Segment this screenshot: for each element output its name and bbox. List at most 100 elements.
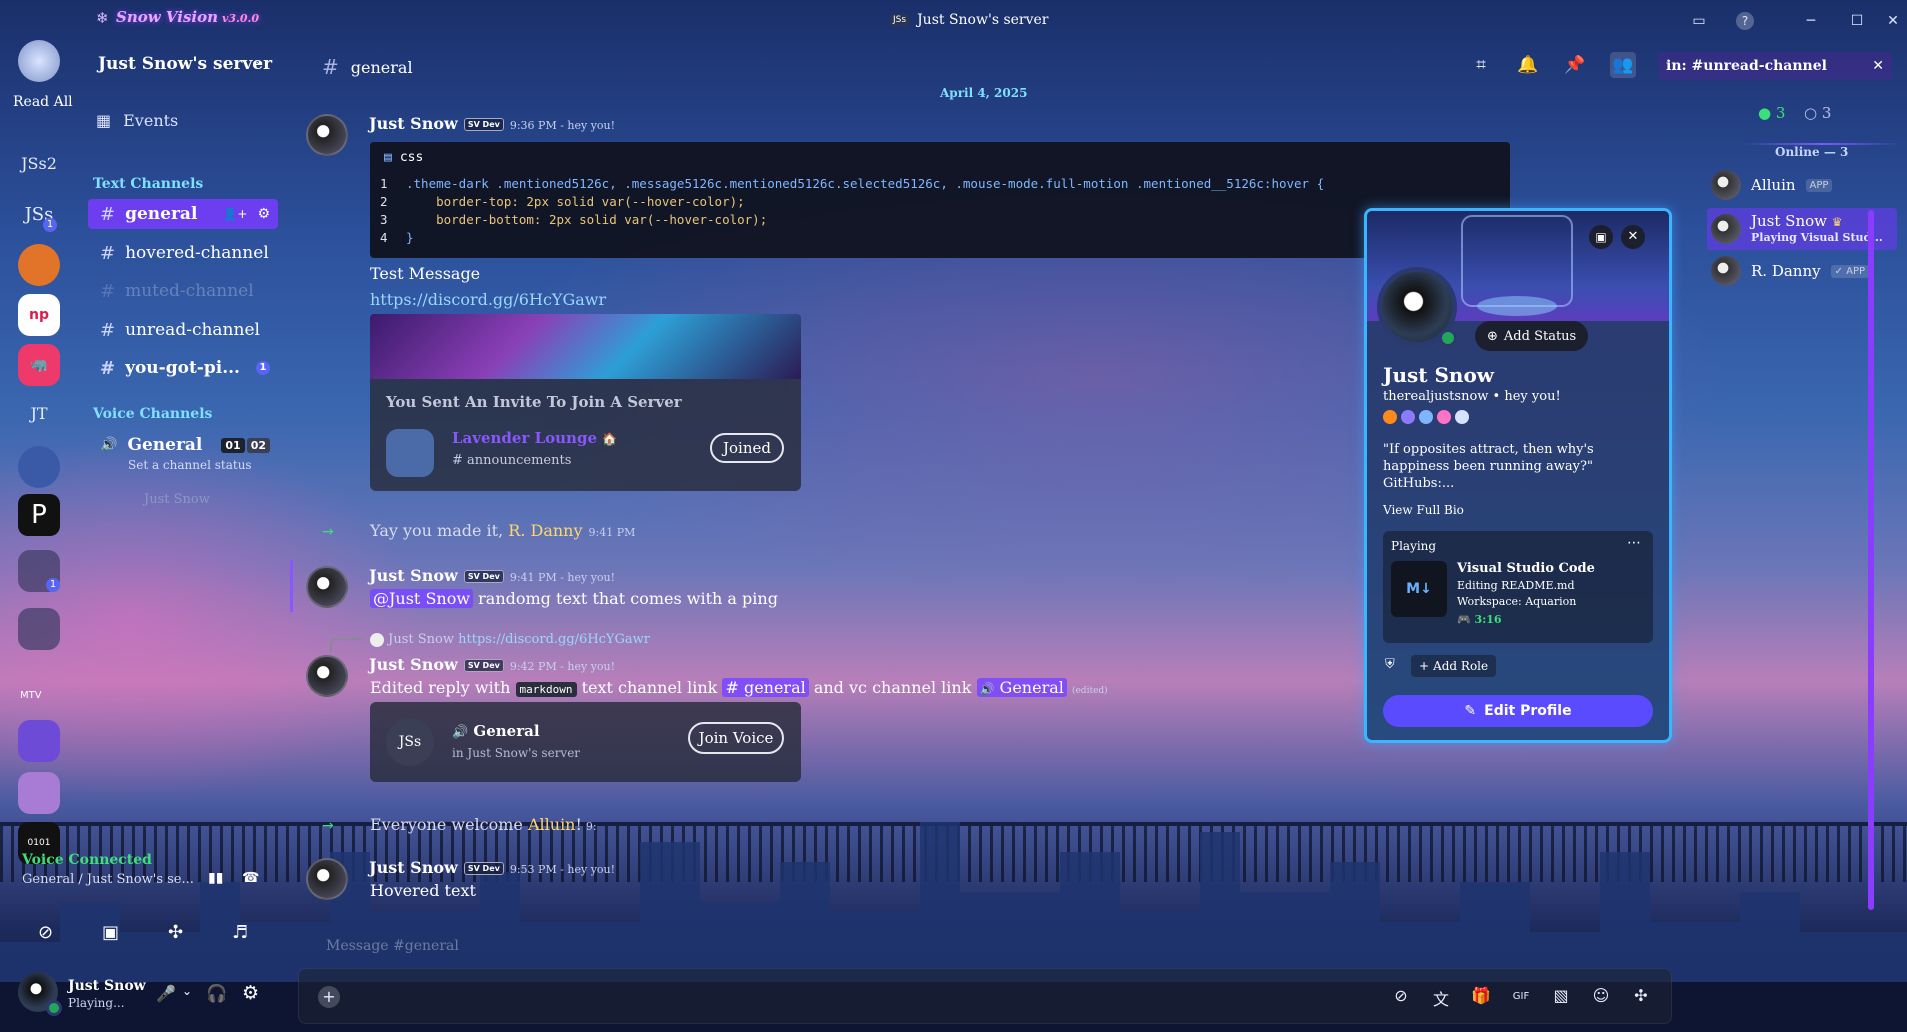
guild-icon-rhino[interactable]: 🦏 (18, 344, 60, 386)
join-arrow-icon: → (322, 818, 334, 834)
member-alluin[interactable]: Alluin APP (1707, 166, 1897, 204)
guild-folder-mtv[interactable] (18, 608, 60, 650)
activity-details: Editing README.md (1457, 579, 1575, 592)
member-avatar (1711, 256, 1741, 286)
gif-icon[interactable]: GIF (1510, 986, 1532, 1008)
code-line: 4} (380, 230, 414, 245)
headphones-icon[interactable]: 🎧 (206, 984, 227, 1004)
message-avatar[interactable] (306, 858, 348, 900)
reply-preview[interactable]: Just Snow https://discord.gg/6HcYGawr (370, 632, 650, 647)
guild-icon-fox[interactable] (18, 244, 60, 286)
signal-icon[interactable]: ▮▮ (208, 870, 223, 886)
guild-folder-jt[interactable]: JT (14, 404, 64, 423)
nitro-off-icon[interactable]: ⊘ (1390, 986, 1412, 1008)
activities-icon[interactable]: ✣ (168, 922, 183, 943)
sticker-icon[interactable]: ▧ (1550, 986, 1572, 1008)
add-attachment-icon[interactable]: + (318, 986, 340, 1008)
soundboard-icon[interactable]: ♬ (232, 922, 248, 943)
add-role-button[interactable]: + Add Role (1411, 655, 1497, 677)
plus-circle-icon: ⊕ (1487, 328, 1498, 344)
add-member-icon[interactable]: 👤+ (222, 207, 247, 221)
close-window-button[interactable]: ✕ (1882, 10, 1904, 32)
guild-folder-jss2[interactable]: JSs2 (14, 154, 64, 173)
clipboard-icon[interactable]: ▣ (1589, 225, 1613, 249)
camera-off-icon[interactable]: ⊘ (38, 922, 53, 943)
hash-icon: # (100, 242, 116, 264)
code-line: 2 border-top: 2px solid var(--hover-colo… (380, 194, 745, 209)
voice-channel-link[interactable]: 🔊 General (976, 678, 1067, 697)
minimize-button[interactable]: ─ (1800, 10, 1822, 32)
channel-hovered[interactable]: # hovered-channel (88, 238, 278, 268)
scrollbar[interactable] (1868, 210, 1874, 910)
message-text: @Just Snow randomg text that comes with … (370, 589, 778, 608)
bell-icon[interactable]: 🔔 (1515, 52, 1541, 78)
more-icon[interactable]: ⋯ (1627, 535, 1641, 551)
verified-app-tag: ✓ APP (1830, 264, 1870, 278)
voice-connected-status[interactable]: Voice Connected (22, 852, 152, 868)
channel-header: # general (322, 55, 413, 79)
code-line: 3 border-bottom: 2px solid var(--hover-c… (380, 212, 768, 227)
message-composer[interactable] (298, 968, 1672, 1024)
voice-channels-category[interactable]: Voice Channels (93, 406, 212, 422)
microphone-icon[interactable]: 🎤 (156, 984, 176, 1003)
threads-icon[interactable]: ⌗ (1468, 52, 1494, 78)
joined-button[interactable]: Joined (710, 433, 784, 463)
screen-share-icon[interactable]: ▣ (102, 922, 119, 943)
channel-unread[interactable]: # unread-channel (88, 315, 278, 345)
view-full-bio-link[interactable]: View Full Bio (1383, 503, 1464, 517)
activity-state: Workspace: Aquarion (1457, 595, 1577, 608)
guild-icon-np[interactable]: np (18, 294, 60, 336)
join-voice-button[interactable]: Join Voice (688, 722, 784, 754)
reply-connector (330, 638, 362, 652)
emoji-icon[interactable]: ☺ (1590, 986, 1612, 1008)
message-avatar[interactable] (306, 114, 348, 156)
events-item[interactable]: ▦ Events (96, 111, 178, 130)
maximize-button[interactable]: ☐ (1846, 10, 1868, 32)
translate-icon[interactable]: 文 (1430, 986, 1452, 1009)
guild-icon-art[interactable] (18, 772, 60, 814)
chevron-down-icon[interactable]: ⌄ (254, 54, 265, 69)
pin-icon[interactable]: 📌 (1562, 52, 1588, 78)
invite-link[interactable]: https://discord.gg/6HcYGawr (370, 290, 606, 309)
boost-badge-icon (1437, 410, 1451, 424)
add-status-button[interactable]: ⊕ Add Status (1475, 321, 1589, 351)
gear-icon[interactable]: ⚙ (257, 206, 270, 222)
pencil-icon: ✎ (1464, 703, 1477, 719)
voice-connected-location[interactable]: General / Just Snow's se... (22, 872, 194, 887)
server-name[interactable]: Just Snow's server (98, 54, 272, 74)
search-input[interactable]: in: #unread-channel ✕ (1658, 52, 1892, 80)
guild-icon-anime[interactable] (18, 446, 60, 488)
guild-icon-purple[interactable] (18, 720, 60, 762)
member-list-icon[interactable]: 👥 (1610, 52, 1636, 78)
channel-general[interactable]: # general 👤+ ⚙ (88, 199, 278, 229)
chevron-down-icon[interactable]: ⌄ (182, 984, 192, 998)
message-avatar[interactable] (306, 566, 348, 608)
channel-link[interactable]: # general (722, 678, 809, 697)
user-mention[interactable]: @Just Snow (370, 589, 474, 608)
channel-you-got-pinged[interactable]: # you-got-pi... 1 (88, 353, 278, 383)
home-avatar[interactable] (18, 40, 60, 82)
snowflake-icon: ❄ (96, 9, 109, 27)
join-arrow-icon: → (322, 524, 334, 540)
settings-gear-icon[interactable]: ⚙ (242, 982, 259, 1004)
user-activity: Playing... (68, 996, 125, 1010)
gift-icon[interactable]: 🎁 (1470, 986, 1492, 1008)
invite-embed: You Sent An Invite To Join A Server Lave… (370, 379, 801, 491)
invite-server-name[interactable]: Lavender Lounge 🏠 (452, 429, 617, 447)
text-channels-category[interactable]: Text Channels (93, 176, 203, 192)
voice-member[interactable]: Just Snow (144, 492, 210, 507)
help-icon[interactable]: ? (1736, 12, 1754, 30)
voice-channel-general[interactable]: 🔊 General 01 02 (88, 430, 278, 460)
channel-muted[interactable]: # muted-channel (88, 276, 278, 306)
apps-icon[interactable]: ✣ (1630, 986, 1652, 1008)
close-popout-icon[interactable]: ✕ (1621, 225, 1645, 249)
app-tag: APP (1805, 178, 1833, 192)
guild-icon-p[interactable]: P (18, 494, 60, 536)
read-all-button[interactable]: Read All (13, 94, 73, 110)
disconnect-icon[interactable]: ☎ (242, 870, 259, 886)
edit-profile-button[interactable]: ✎ Edit Profile (1383, 695, 1653, 727)
set-channel-status[interactable]: Set a channel status (128, 458, 252, 472)
inbox-icon[interactable]: ▭ (1688, 10, 1710, 32)
clear-search-icon[interactable]: ✕ (1872, 58, 1884, 74)
message-avatar[interactable] (306, 655, 348, 697)
